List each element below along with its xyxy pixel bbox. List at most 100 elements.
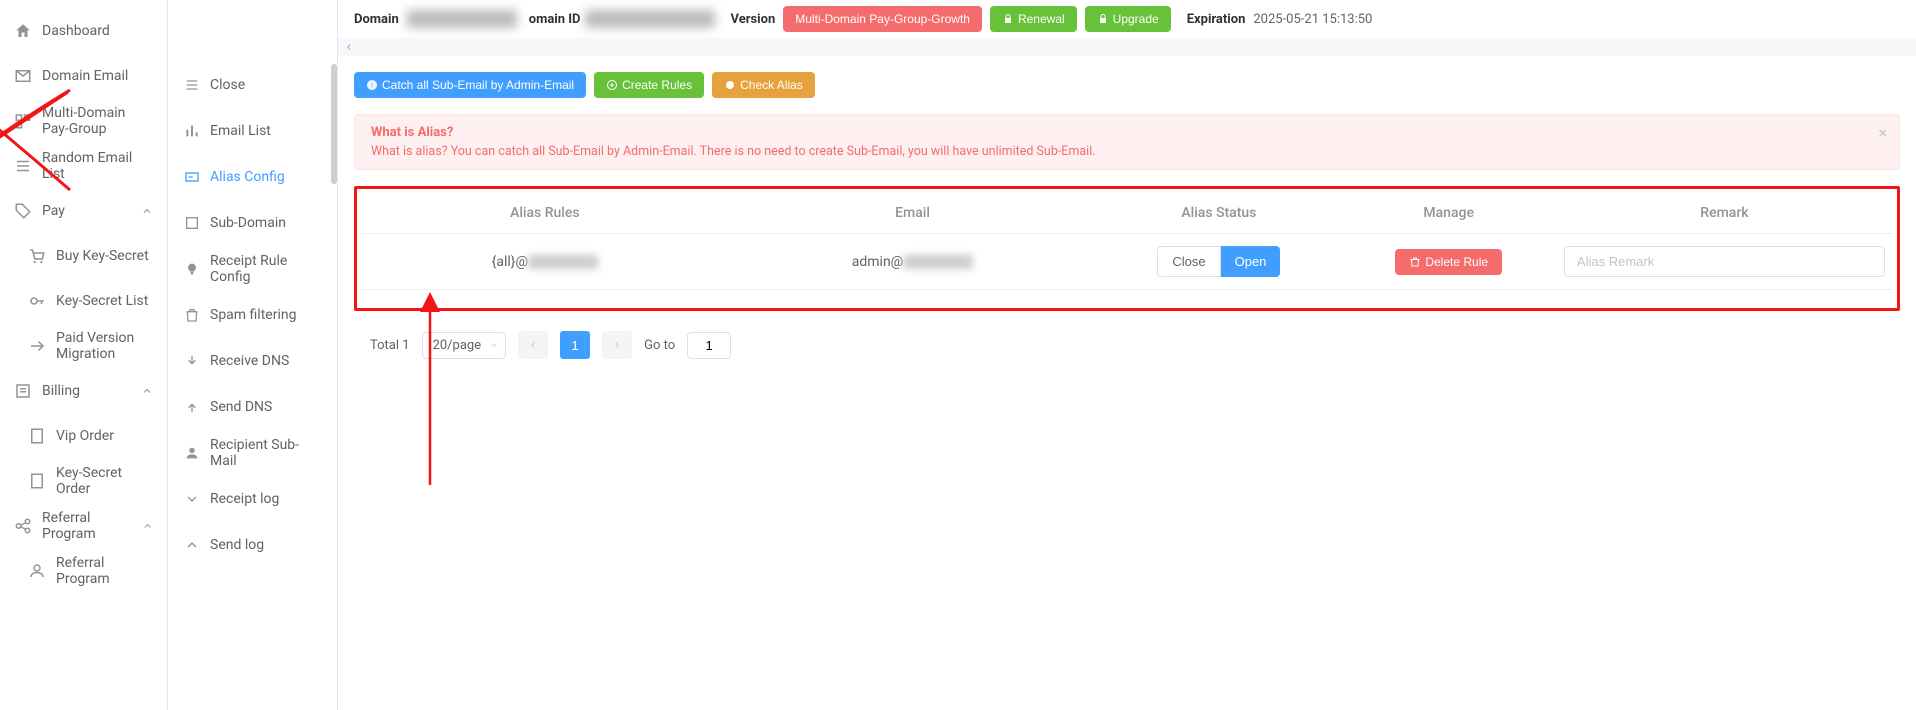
migration-icon <box>28 337 46 355</box>
sidebar-item-multi-domain[interactable]: Multi-Domain Pay-Group <box>0 98 167 143</box>
trash-icon <box>184 307 200 323</box>
delete-rule-button[interactable]: Delete Rule <box>1395 249 1502 275</box>
mid-item-label: Receipt log <box>210 491 279 507</box>
mid-item-send-dns[interactable]: Send DNS <box>168 384 337 430</box>
th-status: Alias Status <box>1096 193 1341 234</box>
create-rules-button[interactable]: Create Rules <box>594 72 704 98</box>
sidebar-item-label: Key-Secret Order <box>56 465 153 497</box>
sidebar-item-label: Paid Version Migration <box>56 330 153 362</box>
mid-item-close[interactable]: Close <box>168 62 337 108</box>
menu-icon <box>184 77 200 93</box>
mid-item-email-list[interactable]: Email List <box>168 108 337 154</box>
alert-title: What is Alias? <box>371 125 1883 140</box>
sidebar-item-pay[interactable]: Pay <box>0 188 167 233</box>
sidebar-item-dashboard[interactable]: Dashboard <box>0 8 167 53</box>
check-icon <box>724 79 736 91</box>
rules-domain-blurred: xxxxx <box>528 255 598 269</box>
domain-icon <box>184 215 200 231</box>
domain-label: Domain <box>354 12 399 27</box>
trash-icon <box>1409 256 1421 268</box>
group-icon <box>14 112 32 130</box>
sidebar-item-billing[interactable]: Billing <box>0 368 167 413</box>
sidebar-left: Dashboard Domain Email Multi-Domain Pay-… <box>0 0 168 710</box>
chevron-right-icon <box>612 340 622 350</box>
sidebar-item-referral-sub[interactable]: Referral Program <box>0 548 167 593</box>
lock-icon <box>1097 13 1109 25</box>
th-manage: Manage <box>1341 193 1555 234</box>
th-remark: Remark <box>1556 193 1893 234</box>
bulb-icon <box>184 261 200 277</box>
chevron-up-icon <box>141 205 153 217</box>
chevron-up-icon <box>142 520 153 532</box>
renewal-button[interactable]: Renewal <box>990 6 1077 32</box>
status-open-button[interactable]: Open <box>1221 246 1281 277</box>
download-icon <box>184 353 200 369</box>
sidebar-item-key-secret-list[interactable]: Key-Secret List <box>0 278 167 323</box>
sidebar-item-label: Key-Secret List <box>56 293 148 309</box>
upload-icon <box>184 399 200 415</box>
plus-circle-icon <box>606 79 618 91</box>
svg-text:!: ! <box>371 83 373 90</box>
mid-item-receipt-rule[interactable]: Receipt Rule Config <box>168 246 337 292</box>
check-alias-button[interactable]: Check Alias <box>712 72 815 98</box>
sidebar-item-random-email[interactable]: Random Email List <box>0 143 167 188</box>
mid-item-recipient[interactable]: Recipient Sub-Mail <box>168 430 337 476</box>
table-row: {all}@xxxxx admin@xxxxx Close Open <box>361 234 1893 290</box>
sidebar-item-domain-email[interactable]: Domain Email <box>0 53 167 98</box>
mid-item-receipt-log[interactable]: Receipt log <box>168 476 337 522</box>
collapse-chevron-icon[interactable] <box>344 42 354 52</box>
sidebar-item-referral[interactable]: Referral Program <box>0 503 167 548</box>
action-row: ! Catch all Sub-Email by Admin-Email Cre… <box>338 56 1916 98</box>
mid-item-sub-domain[interactable]: Sub-Domain <box>168 200 337 246</box>
order-icon <box>28 427 46 445</box>
mid-item-label: Close <box>210 77 245 93</box>
mid-item-label: Sub-Domain <box>210 215 286 231</box>
mid-item-spam[interactable]: Spam filtering <box>168 292 337 338</box>
alert-close-icon[interactable]: × <box>1878 123 1887 142</box>
sidebar-item-label: Referral Program <box>42 510 142 542</box>
remark-input[interactable] <box>1564 246 1885 277</box>
lock-icon <box>1002 13 1014 25</box>
mid-item-send-log[interactable]: Send log <box>168 522 337 568</box>
email-domain-blurred: xxxxx <box>903 255 973 269</box>
page-1-button[interactable]: 1 <box>560 331 590 359</box>
sidebar-item-label: Random Email List <box>42 150 153 182</box>
domain-value-blurred: xxxxxxx <box>407 10 517 28</box>
sidebar-item-vip-order[interactable]: Vip Order <box>0 413 167 458</box>
mid-panel: Close Email List Alias Config Sub-Domain… <box>168 0 338 710</box>
mid-item-alias-config[interactable]: Alias Config <box>168 154 337 200</box>
mid-scrollbar[interactable] <box>331 0 337 710</box>
expiration-label: Expiration <box>1187 12 1246 27</box>
mid-item-label: Send log <box>210 537 264 553</box>
upgrade-button[interactable]: Upgrade <box>1085 6 1171 32</box>
version-badge[interactable]: Multi-Domain Pay-Group-Growth <box>783 6 982 32</box>
chevron-left-icon <box>528 340 538 350</box>
sidebar-item-paid-migration[interactable]: Paid Version Migration <box>0 323 167 368</box>
alert-desc: What is alias? You can catch all Sub-Ema… <box>371 144 1883 159</box>
sidebar-item-buy-key-secret[interactable]: Buy Key-Secret <box>0 233 167 278</box>
sidebar-item-label: Vip Order <box>56 428 114 444</box>
goto-input[interactable] <box>687 332 731 359</box>
info-icon: ! <box>366 79 378 91</box>
chevron-down-icon <box>184 491 200 507</box>
page-size-select[interactable]: 20/page <box>422 332 507 359</box>
expiration-value: 2025-05-21 15:13:50 <box>1253 12 1372 27</box>
mid-item-label: Email List <box>210 123 271 139</box>
sidebar-item-label: Pay <box>42 203 65 219</box>
main-content: Domain xxxxxxx omain ID xxxxxxx Version … <box>338 0 1916 710</box>
next-page-button[interactable] <box>602 331 632 359</box>
status-close-button[interactable]: Close <box>1157 246 1220 277</box>
mid-item-label: Recipient Sub-Mail <box>210 437 321 469</box>
mail-icon <box>14 67 32 85</box>
sidebar-item-key-secret-order[interactable]: Key-Secret Order <box>0 458 167 503</box>
cell-rules: {all}@xxxxx <box>361 234 729 290</box>
mid-item-receive-dns[interactable]: Receive DNS <box>168 338 337 384</box>
cell-status: Close Open <box>1096 234 1341 290</box>
prev-page-button[interactable] <box>518 331 548 359</box>
order-icon <box>28 472 46 490</box>
chart-icon <box>184 123 200 139</box>
mid-item-label: Spam filtering <box>210 307 296 323</box>
catch-all-button[interactable]: ! Catch all Sub-Email by Admin-Email <box>354 72 586 98</box>
user-icon <box>184 445 200 461</box>
domain-id-value-blurred: xxxxxxx <box>585 10 715 28</box>
